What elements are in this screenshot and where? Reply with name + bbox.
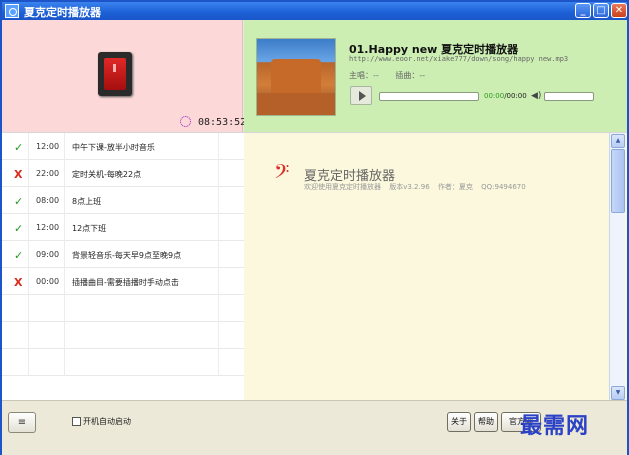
author-text: 作者：夏克	[437, 183, 473, 191]
task-row[interactable]: ✓ 12:00 12点下班	[2, 214, 244, 241]
info-description: 欢迎使用夏克定时播放器 版本v3.2.96 作者：夏克 QQ:9494670	[304, 182, 532, 192]
total-time: /00:00	[504, 92, 527, 100]
scrollbar[interactable]: ▲ ▼	[609, 133, 625, 401]
bass-clef-icon: 𝄢	[274, 160, 290, 188]
task-time: 12:00	[36, 223, 60, 232]
power-switch-icon	[104, 58, 126, 90]
empty-row	[2, 349, 244, 376]
play-button[interactable]	[350, 86, 372, 105]
about-button[interactable]: 关于	[447, 412, 471, 432]
task-row[interactable]: ✓ 08:00 8点上班	[2, 187, 244, 214]
task-time: 00:00	[36, 277, 60, 286]
close-button[interactable]: ✕	[611, 3, 627, 18]
app-icon	[5, 4, 19, 18]
window-title: 夏克定时播放器	[24, 6, 101, 19]
help-button[interactable]: 帮助	[474, 412, 498, 432]
minimize-button[interactable]: _	[575, 3, 591, 18]
task-time: 22:00	[36, 169, 60, 178]
check-icon[interactable]: ✓	[14, 195, 23, 208]
song-url: http://www.eoor.net/xiake777/down/song/h…	[349, 55, 569, 63]
player-panel: 01.Happy new 夏克定时播放器 http://www.eoor.net…	[244, 20, 627, 132]
welcome-text: 欢迎使用夏克定时播放器	[304, 183, 381, 191]
task-row[interactable]: ✓ 12:00 中午下课-放半小时音乐	[2, 133, 244, 160]
progress-bar[interactable]	[379, 92, 479, 101]
check-icon[interactable]: ✓	[14, 249, 23, 262]
qq-text: QQ:9494670	[481, 183, 526, 191]
cross-icon[interactable]: X	[14, 168, 22, 181]
time-display: 00:00/00:00	[484, 92, 527, 100]
empty-row	[2, 322, 244, 349]
volume-icon[interactable]: ◀)	[531, 91, 541, 101]
current-time: 00:00	[484, 92, 505, 100]
task-row[interactable]: X 00:00 插播曲目-需要插播时手动点击	[2, 268, 244, 295]
singer-label: 主唱：--	[349, 71, 379, 80]
task-name: 12点下班	[72, 224, 107, 233]
clock-panel: 08:53:52	[2, 20, 247, 132]
autostart-checkbox[interactable]: 开机自动启动	[72, 416, 131, 427]
album-art	[256, 38, 336, 116]
checkbox-icon	[72, 417, 81, 426]
power-switch[interactable]	[98, 52, 132, 96]
task-time: 08:00	[36, 196, 60, 205]
scroll-up-icon[interactable]: ▲	[611, 134, 625, 148]
task-time: 09:00	[36, 250, 60, 259]
autostart-label: 开机自动启动	[83, 417, 131, 426]
clock-time: 08:53:52	[198, 117, 247, 128]
cross-icon[interactable]: X	[14, 276, 22, 289]
task-time: 12:00	[36, 142, 60, 151]
task-name: 插播曲目-需要插播时手动点击	[72, 278, 179, 287]
menu-button[interactable]: ≡	[8, 412, 36, 433]
task-name: 中午下课-放半小时音乐	[72, 143, 155, 152]
empty-row	[2, 295, 244, 322]
song-meta: 主唱：-- 插曲：--	[349, 70, 439, 81]
app-window: 夏克定时播放器 _ □ ✕ 08:53:52 01.Happy new 夏克定时…	[0, 0, 629, 455]
album-label: 插曲：--	[395, 71, 426, 80]
version-text: 版本v3.2.96	[389, 183, 430, 191]
task-list: ✓ 12:00 中午下课-放半小时音乐 X 22:00 定时关机-每晚22点 ✓ 08:00 8…	[2, 132, 244, 400]
task-name: 定时关机-每晚22点	[72, 170, 142, 179]
volume-slider[interactable]	[544, 92, 594, 101]
task-row[interactable]: ✓ 09:00 背景轻音乐-每天早9点至晚9点	[2, 241, 244, 268]
maximize-button[interactable]: □	[593, 3, 609, 18]
task-row[interactable]: X 22:00 定时关机-每晚22点	[2, 160, 244, 187]
scroll-down-icon[interactable]: ▼	[611, 386, 625, 400]
task-name: 背景轻音乐-每天早9点至晚9点	[72, 251, 182, 260]
check-icon[interactable]: ✓	[14, 222, 23, 235]
title-bar[interactable]: 夏克定时播放器 _ □ ✕	[2, 2, 627, 20]
task-name: 8点上班	[72, 197, 102, 206]
check-icon[interactable]: ✓	[14, 141, 23, 154]
loading-spinner-icon	[180, 116, 191, 127]
watermark-logo: 最需网	[520, 413, 590, 439]
scrollbar-thumb[interactable]	[611, 149, 625, 213]
info-panel: 𝄢 夏克定时播放器 欢迎使用夏克定时播放器 版本v3.2.96 作者：夏克 QQ…	[244, 132, 627, 401]
